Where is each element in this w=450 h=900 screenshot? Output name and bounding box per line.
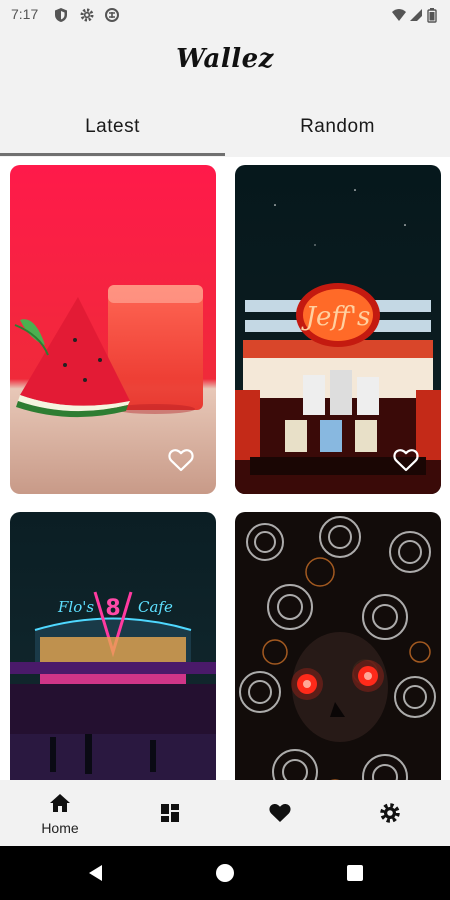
dashboard-icon bbox=[158, 801, 182, 825]
heart-outline-icon[interactable] bbox=[393, 448, 419, 472]
battery-icon bbox=[427, 7, 437, 23]
home-circle-icon[interactable] bbox=[213, 861, 237, 885]
wallpaper-card-succulent-skull[interactable] bbox=[235, 512, 441, 780]
data-saver-icon bbox=[104, 7, 120, 23]
wallpaper-image: Jeff's bbox=[235, 165, 441, 494]
tab-latest[interactable]: Latest bbox=[0, 104, 225, 157]
system-navigation-bar bbox=[0, 846, 450, 900]
neon-sign-art: Jeff's bbox=[301, 302, 371, 332]
gear-icon bbox=[79, 7, 95, 23]
signal-icon bbox=[408, 7, 424, 23]
wallpaper-image bbox=[10, 165, 216, 494]
status-time: 7:17 bbox=[11, 6, 39, 22]
tab-random[interactable]: Random bbox=[225, 104, 450, 157]
wallpaper-card-jeffs[interactable]: Jeff's bbox=[235, 165, 441, 494]
app-title: Wallez bbox=[176, 44, 274, 74]
wallpaper-grid: Jeff's Flo's Cafe 8 bbox=[0, 157, 450, 780]
neon-sign-art: 8 bbox=[105, 596, 120, 621]
nav-favorites[interactable] bbox=[224, 780, 336, 846]
wallpaper-card-watermelon[interactable] bbox=[10, 165, 216, 494]
wallpaper-card-flos-cafe[interactable]: Flo's Cafe 8 bbox=[10, 512, 216, 780]
shield-icon bbox=[53, 7, 69, 23]
recents-icon[interactable] bbox=[343, 861, 367, 885]
nav-home-label: Home bbox=[41, 820, 79, 836]
wallpaper-image bbox=[235, 512, 441, 780]
settings-icon bbox=[378, 801, 402, 825]
home-icon bbox=[48, 791, 72, 815]
neon-sign-art: Cafe bbox=[138, 598, 173, 616]
tab-indicator bbox=[0, 153, 225, 156]
wifi-icon bbox=[391, 7, 407, 23]
nav-home[interactable]: Home bbox=[4, 780, 116, 846]
wallpaper-image: Flo's Cafe 8 bbox=[10, 512, 216, 780]
heart-outline-icon[interactable] bbox=[168, 448, 194, 472]
neon-sign-art: Flo's bbox=[57, 598, 94, 616]
back-icon[interactable] bbox=[84, 861, 108, 885]
bottom-navigation: Home bbox=[0, 780, 450, 846]
heart-icon bbox=[268, 801, 292, 825]
nav-settings[interactable] bbox=[334, 780, 446, 846]
nav-categories[interactable] bbox=[114, 780, 226, 846]
tab-bar: Latest Random bbox=[0, 104, 450, 157]
status-bar: 7:17 bbox=[0, 0, 450, 30]
